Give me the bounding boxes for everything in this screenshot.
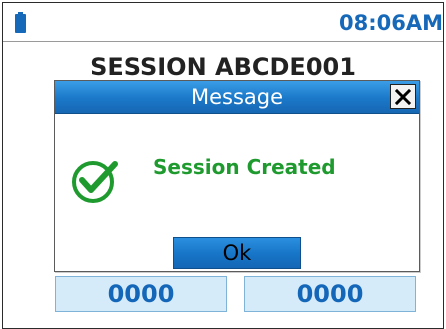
check-circle-icon: [72, 161, 118, 203]
clock: 08:06AM: [339, 11, 443, 35]
status-divider: [3, 41, 443, 42]
ok-button[interactable]: Ok: [173, 237, 301, 269]
close-button[interactable]: [390, 84, 416, 109]
dialog-message: Session Created: [153, 155, 336, 179]
dialog-header: Message: [55, 81, 419, 114]
device-screen: 08:06AM SESSION ABCDE001 0000 0000 Messa…: [2, 2, 444, 329]
counter-left: 0000: [55, 276, 227, 312]
message-dialog: Message Session Created Ok: [54, 80, 420, 272]
dialog-title: Message: [190, 85, 284, 109]
battery-icon: [15, 12, 26, 33]
counter-right: 0000: [244, 276, 416, 312]
session-title: SESSION ABCDE001: [90, 53, 356, 81]
close-icon: [395, 88, 411, 105]
status-bar: 08:06AM: [3, 3, 443, 41]
